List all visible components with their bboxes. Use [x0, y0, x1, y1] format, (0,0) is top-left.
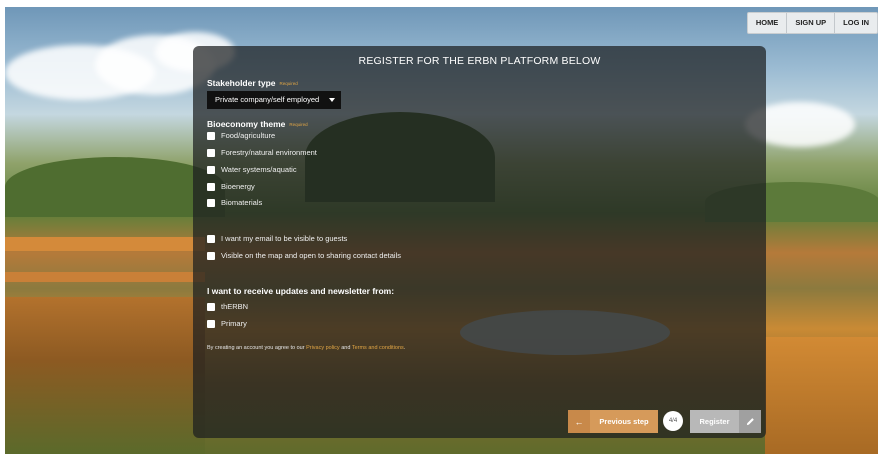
- theme-checkbox-food[interactable]: Food/agriculture: [207, 131, 275, 140]
- checkbox-icon: [207, 182, 215, 191]
- checkbox-label: Water systems/aquatic: [221, 165, 297, 174]
- registration-panel: REGISTER FOR THE ERBN PLATFORM BELOW Sta…: [193, 46, 766, 438]
- checkbox-icon: [207, 198, 215, 207]
- terms-conditions-link[interactable]: Terms and conditions: [352, 345, 404, 351]
- previous-step-label: Previous step: [599, 417, 649, 426]
- checkbox-label: Bioenergy: [221, 182, 255, 191]
- autumn-trees: [5, 297, 205, 454]
- map-visible-checkbox[interactable]: Visible on the map and open to sharing c…: [207, 251, 401, 260]
- checkbox-label: Forestry/natural environment: [221, 148, 317, 157]
- top-nav: HOME SIGN UP LOG IN: [746, 12, 878, 34]
- checkbox-label: thERBN: [221, 302, 249, 311]
- checkbox-icon: [207, 165, 215, 174]
- checkbox-icon: [207, 148, 215, 157]
- updates-checkbox-primary[interactable]: Primary: [207, 319, 247, 328]
- checkbox-label: Visible on the map and open to sharing c…: [221, 251, 401, 260]
- arrow-left-icon: ←: [568, 410, 590, 433]
- nav-login[interactable]: LOG IN: [834, 13, 877, 33]
- terms-suffix: .: [403, 345, 406, 351]
- checkbox-icon: [207, 302, 215, 311]
- form-title: REGISTER FOR THE ERBN PLATFORM BELOW: [358, 55, 601, 67]
- required-marker: Required: [289, 122, 308, 128]
- previous-step-button[interactable]: ← Previous step: [568, 410, 658, 433]
- nav-home[interactable]: HOME: [748, 13, 787, 33]
- checkbox-label: I want my email to be visible to guests: [221, 234, 348, 243]
- checkbox-icon: [207, 319, 215, 328]
- theme-label-text: Bioeconomy theme: [207, 119, 286, 129]
- register-button[interactable]: Register: [690, 410, 761, 433]
- stakeholder-label: Stakeholder type Required: [207, 78, 298, 88]
- theme-checkbox-water[interactable]: Water systems/aquatic: [207, 165, 297, 174]
- pencil-icon: [739, 410, 761, 433]
- privacy-policy-link[interactable]: Privacy policy: [306, 345, 340, 351]
- step-indicator: 4/4: [663, 411, 683, 431]
- stakeholder-select[interactable]: Private company/self employed: [207, 91, 341, 109]
- theme-label: Bioeconomy theme Required: [207, 119, 308, 129]
- theme-checkbox-forestry[interactable]: Forestry/natural environment: [207, 148, 317, 157]
- register-label: Register: [699, 417, 730, 426]
- field-stripe: [5, 237, 205, 251]
- terms-and: and: [339, 345, 352, 351]
- terms-prefix: By creating an account you agree to our: [207, 345, 307, 351]
- checkbox-label: Food/agriculture: [221, 131, 276, 140]
- terms-text: By creating an account you agree to our …: [207, 345, 405, 351]
- required-marker: Required: [279, 81, 298, 87]
- field-stripe: [5, 272, 205, 282]
- hill: [5, 157, 225, 217]
- autumn-trees: [765, 337, 878, 454]
- email-visible-checkbox[interactable]: I want my email to be visible to guests: [207, 234, 347, 243]
- checkbox-icon: [207, 131, 215, 140]
- checkbox-icon: [207, 234, 215, 243]
- theme-checkbox-bioenergy[interactable]: Bioenergy: [207, 182, 255, 191]
- stakeholder-label-text: Stakeholder type: [207, 78, 276, 88]
- checkbox-icon: [207, 251, 215, 260]
- checkbox-label: Primary: [221, 319, 247, 328]
- theme-checkbox-biomaterials[interactable]: Biomaterials: [207, 198, 262, 207]
- updates-label: I want to receive updates and newsletter…: [207, 286, 395, 296]
- checkbox-label: Biomaterials: [221, 198, 263, 207]
- chevron-down-icon: [329, 98, 335, 102]
- updates-checkbox-therbn[interactable]: thERBN: [207, 302, 248, 311]
- nav-signup[interactable]: SIGN UP: [786, 13, 834, 33]
- stakeholder-value: Private company/self employed: [215, 95, 320, 104]
